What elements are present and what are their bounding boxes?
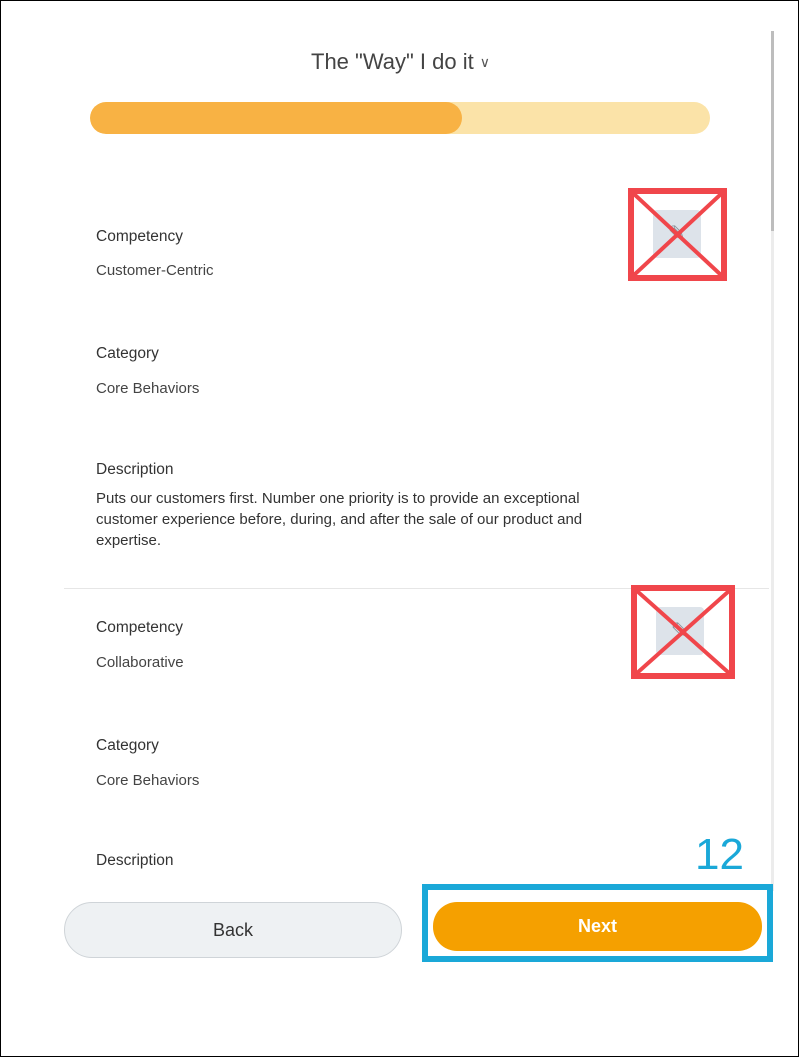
page-title[interactable]: The "Way" I do it ∨ <box>1 49 798 75</box>
competency-label: Competency <box>96 228 184 245</box>
competency-value: Customer-Centric <box>96 262 214 279</box>
description-value: Puts our customers first. Number one pri… <box>96 490 583 549</box>
screenshot-frame: The "Way" I do it ∨ Competency Customer-C… <box>0 0 799 1057</box>
category-value: Core Behaviors <box>96 772 200 789</box>
cross-annotation <box>637 591 729 673</box>
scrollbar-thumb[interactable] <box>771 31 774 231</box>
edit-button-annotated[interactable]: ✎ <box>631 585 735 679</box>
cross-annotation <box>634 194 721 275</box>
category-label: Category <box>96 737 159 754</box>
page-title-text: The "Way" I do it <box>311 49 474 74</box>
progress-bar-fill <box>90 102 462 134</box>
progress-bar <box>90 102 710 134</box>
edit-button-annotated[interactable]: ✎ <box>628 188 727 281</box>
chevron-down-icon[interactable]: ∨ <box>480 54 490 70</box>
competency-value: Collaborative <box>96 654 184 671</box>
back-button[interactable]: Back <box>64 902 402 958</box>
next-button-highlight <box>422 884 773 962</box>
scrollbar[interactable] <box>771 31 774 891</box>
step-number-annotation: 12 <box>695 830 744 879</box>
competency-label: Competency <box>96 619 184 636</box>
description-label: Description <box>96 461 174 478</box>
category-label: Category <box>96 345 159 362</box>
category-value: Core Behaviors <box>96 380 200 397</box>
description-label: Description <box>96 852 174 869</box>
